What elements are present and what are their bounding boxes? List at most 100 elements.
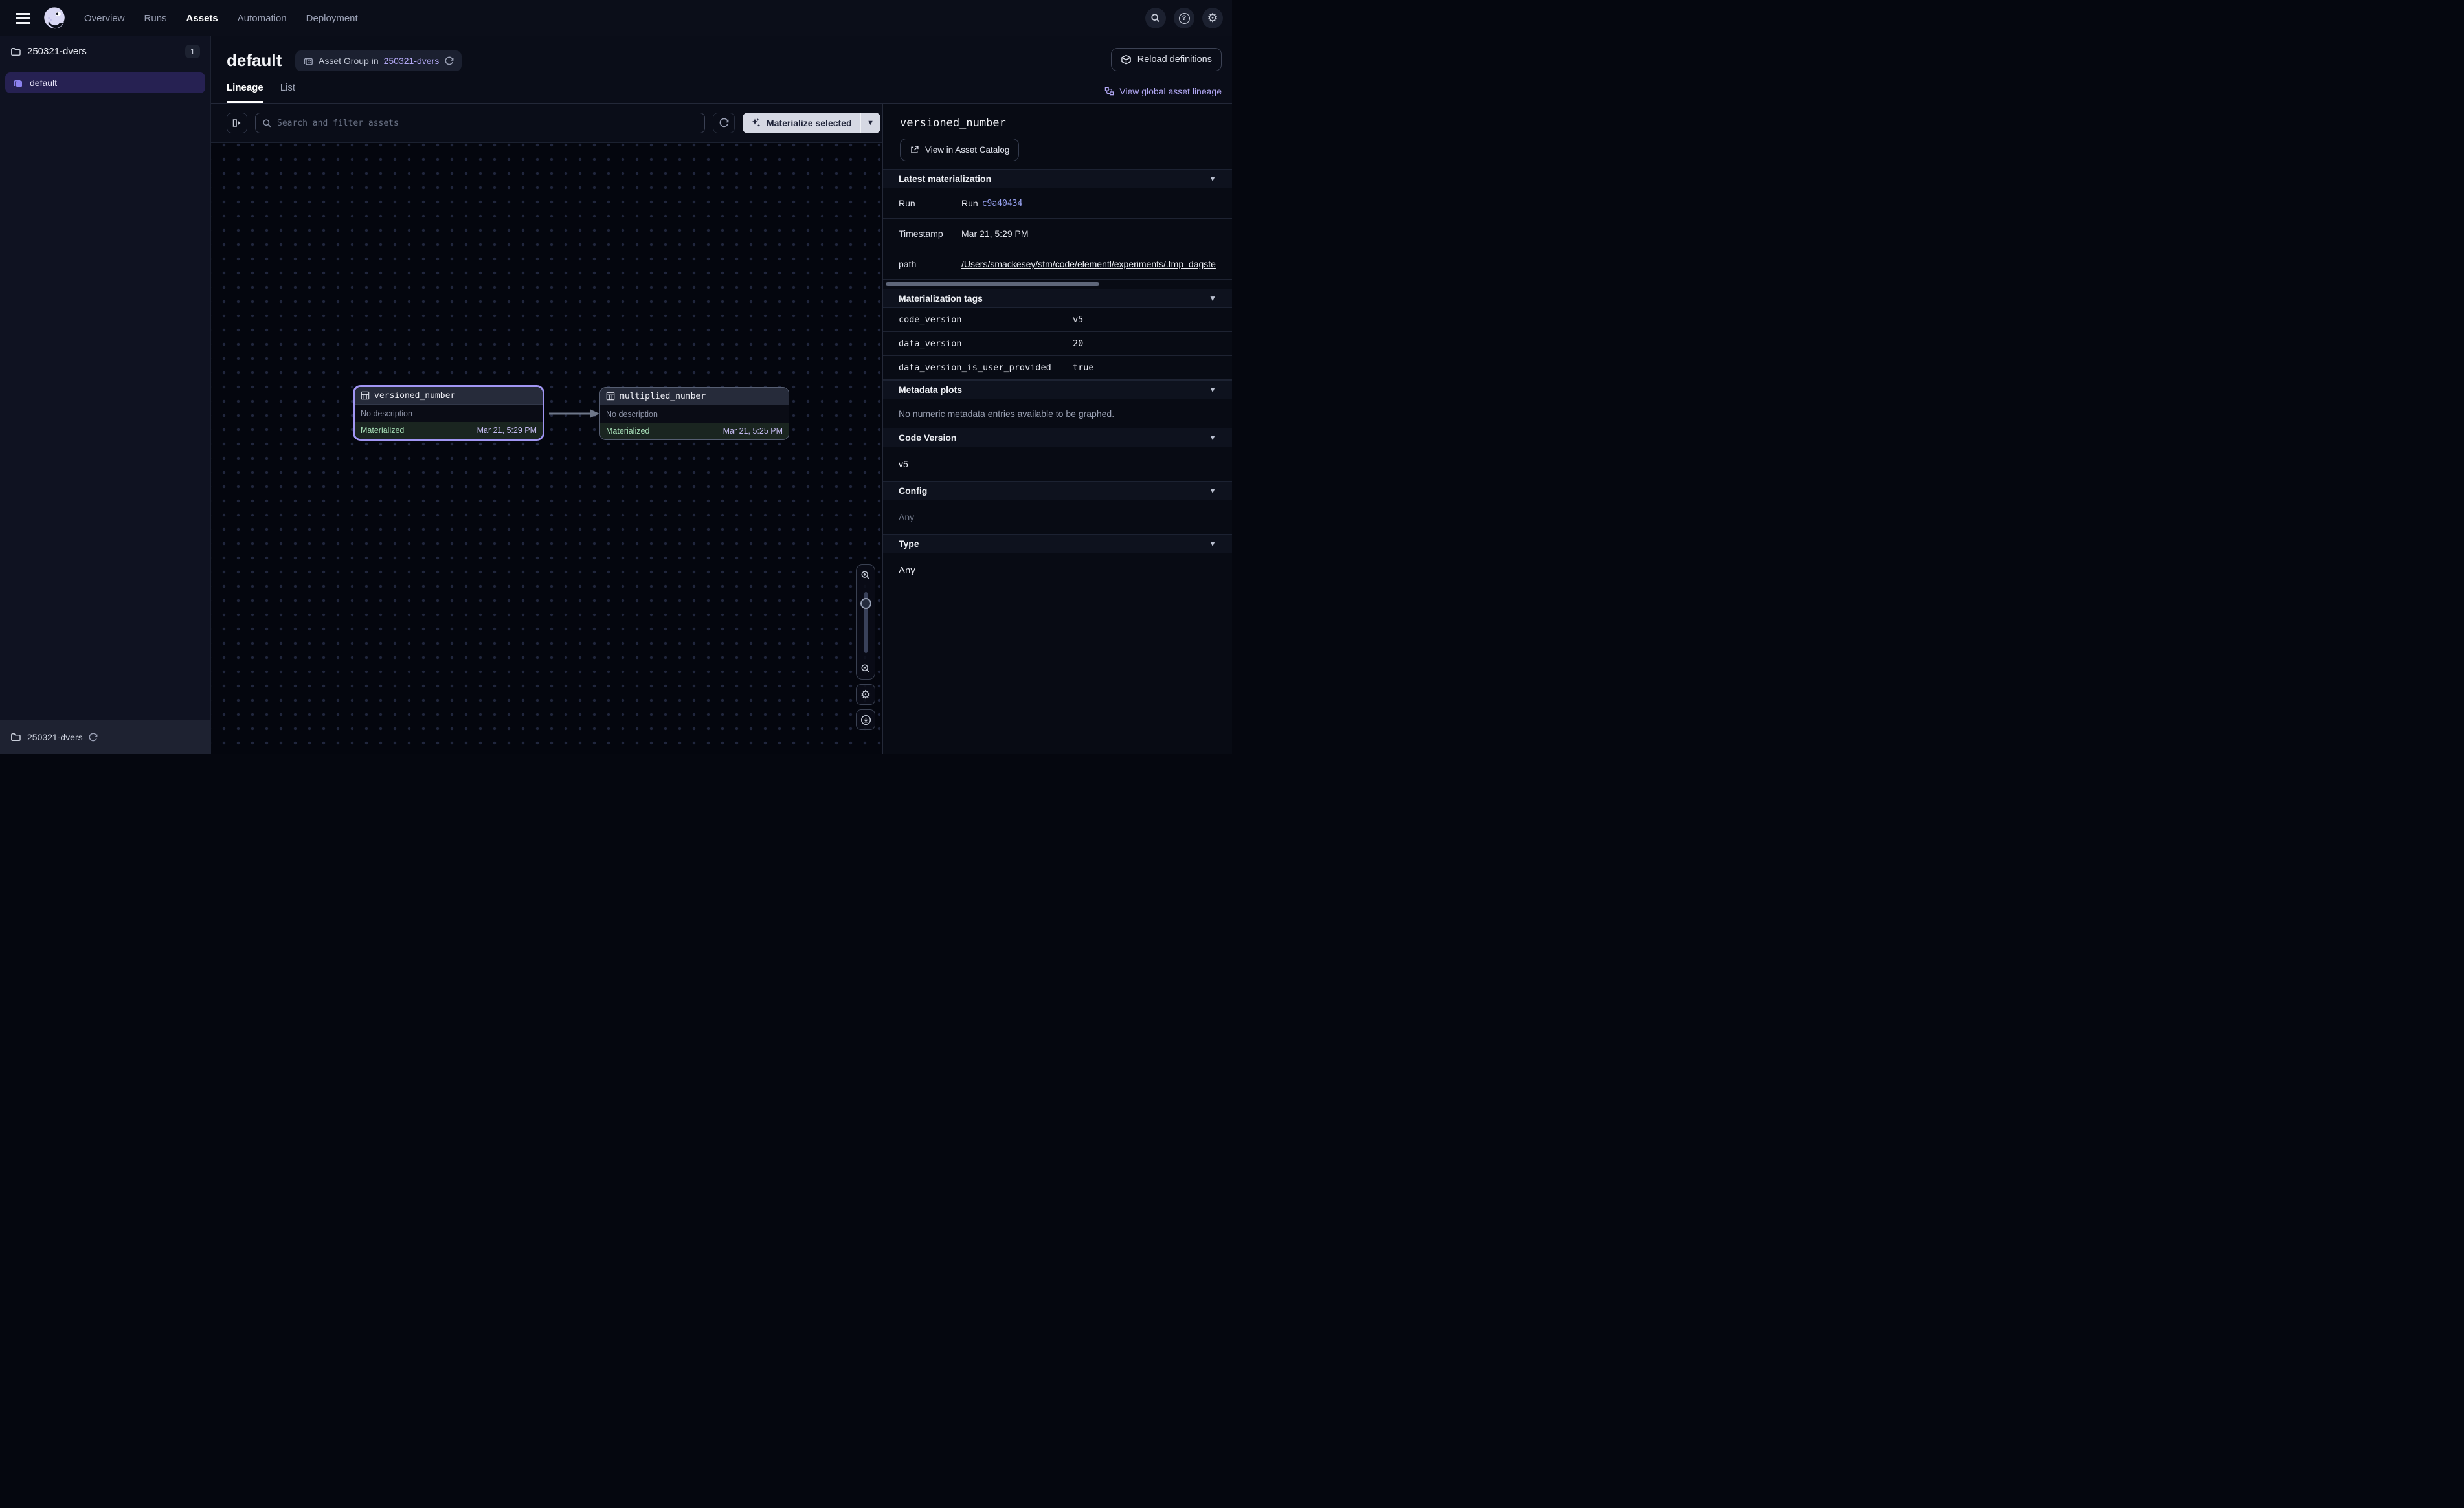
- asset-node-versioned-number[interactable]: versioned_number No description Material…: [353, 385, 544, 441]
- nav-item-assets[interactable]: Assets: [186, 13, 218, 24]
- refresh-icon[interactable]: [444, 56, 454, 66]
- badge-prefix: Asset Group in: [319, 56, 379, 66]
- latest-materialization-table: Run Runc9a40434 Timestamp Mar 21, 5:29 P…: [883, 188, 1232, 280]
- global-lineage-label: View global asset lineage: [1119, 86, 1222, 96]
- tab-lineage[interactable]: Lineage: [227, 82, 263, 103]
- materialize-label: Materialize selected: [767, 118, 852, 128]
- table-row: Run Runc9a40434: [883, 188, 1232, 219]
- refresh-icon[interactable]: [88, 733, 98, 742]
- asset-group-badge[interactable]: Asset Group in 250321-dvers: [295, 50, 462, 71]
- section-title: Materialization tags: [899, 293, 983, 304]
- asset-node-status: Materialized: [606, 427, 649, 436]
- asset-node-name: versioned_number: [374, 391, 455, 401]
- materialize-dropdown-icon[interactable]: ▼: [861, 113, 880, 133]
- help-icon[interactable]: ?: [1174, 8, 1194, 28]
- chevron-down-icon[interactable]: ▼: [1209, 174, 1216, 183]
- gear-icon[interactable]: ⚙: [1202, 8, 1223, 28]
- row-label: path: [883, 249, 952, 279]
- view-global-asset-lineage-link[interactable]: View global asset lineage: [1104, 86, 1222, 96]
- badge-group-link[interactable]: 250321-dvers: [384, 56, 440, 66]
- tag-key: data_version: [883, 332, 1064, 355]
- chevron-down-icon[interactable]: ▼: [1209, 294, 1216, 303]
- chevron-down-icon[interactable]: ▼: [1209, 433, 1216, 442]
- asset-lineage-graph[interactable]: versioned_number No description Material…: [211, 143, 882, 754]
- reload-cube-icon: [1121, 54, 1132, 65]
- tag-key: data_version_is_user_provided: [883, 356, 1064, 379]
- page-title: default: [227, 50, 282, 71]
- scrollbar-thumb[interactable]: [886, 282, 1099, 286]
- reload-definitions-button[interactable]: Reload definitions: [1111, 48, 1222, 71]
- lineage-toolbar: Materialize selected ▼: [211, 104, 882, 143]
- chevron-down-icon[interactable]: ▼: [1209, 486, 1216, 495]
- asset-details-panel: versioned_number View in Asset Catalog L…: [882, 104, 1232, 754]
- code-location-footer[interactable]: 250321-dvers: [0, 720, 210, 754]
- external-link-icon: [910, 145, 919, 155]
- section-title: Metadata plots: [899, 384, 962, 395]
- search-icon: [262, 118, 272, 128]
- search-icon[interactable]: [1145, 8, 1166, 28]
- view-in-asset-catalog-button[interactable]: View in Asset Catalog: [900, 139, 1019, 161]
- sidebar-group-row[interactable]: 250321-dvers 1: [0, 36, 210, 67]
- chevron-down-icon[interactable]: ▼: [1209, 539, 1216, 548]
- expand-panel-icon[interactable]: [227, 113, 247, 133]
- materialize-selected-button[interactable]: Materialize selected ▼: [743, 113, 880, 133]
- reload-definitions-label: Reload definitions: [1137, 54, 1212, 65]
- table-row: path /Users/smackesey/stm/code/elementl/…: [883, 249, 1232, 280]
- tag-value: 20: [1064, 332, 1232, 355]
- table-icon: [606, 392, 615, 401]
- asset-groups-sidebar: 250321-dvers 1 default 250321-dvers: [0, 36, 211, 754]
- view-tabs: Lineage List: [227, 82, 295, 103]
- graph-settings-icon[interactable]: ⚙: [856, 684, 875, 705]
- metadata-plots-empty-text: No numeric metadata entries available to…: [883, 399, 1232, 428]
- section-title: Code Version: [899, 432, 956, 443]
- nav-item-automation[interactable]: Automation: [238, 13, 287, 24]
- table-row: code_version v5: [883, 308, 1232, 332]
- section-metadata-plots[interactable]: Metadata plots ▼: [883, 380, 1232, 399]
- asset-node-timestamp[interactable]: Mar 21, 5:25 PM: [723, 427, 783, 436]
- asset-node-description: No description: [355, 405, 543, 422]
- asset-node-multiplied-number[interactable]: multiplied_number No description Materia…: [599, 387, 789, 440]
- nav-item-overview[interactable]: Overview: [84, 13, 125, 24]
- zoom-in-icon[interactable]: [857, 565, 875, 586]
- folder-icon: [10, 732, 21, 742]
- section-title: Latest materialization: [899, 173, 991, 184]
- search-input[interactable]: [277, 118, 698, 128]
- menu-icon[interactable]: [13, 8, 32, 28]
- lineage-icon: [1104, 87, 1114, 96]
- zoom-out-icon[interactable]: [857, 658, 875, 679]
- asset-detail-title: versioned_number: [900, 116, 1232, 129]
- asset-group-icon: [303, 56, 313, 66]
- code-version-value: v5: [883, 447, 1232, 481]
- lineage-edge-arrow: [549, 407, 601, 420]
- section-type[interactable]: Type ▼: [883, 534, 1232, 553]
- table-row: Timestamp Mar 21, 5:29 PM: [883, 219, 1232, 249]
- path-link[interactable]: /Users/smackesey/stm/code/elementl/exper…: [961, 259, 1216, 269]
- asset-node-status: Materialized: [361, 426, 404, 435]
- download-graph-icon[interactable]: [856, 709, 875, 730]
- refresh-graph-icon[interactable]: [713, 113, 735, 133]
- primary-nav: Overview Runs Assets Automation Deployme…: [84, 13, 358, 24]
- tag-key: code_version: [883, 308, 1064, 331]
- tab-list[interactable]: List: [280, 82, 295, 103]
- run-id-link[interactable]: c9a40434: [982, 199, 1023, 208]
- asset-node-timestamp[interactable]: Mar 21, 5:29 PM: [477, 426, 537, 435]
- tag-value: true: [1064, 356, 1232, 379]
- section-materialization-tags[interactable]: Materialization tags ▼: [883, 289, 1232, 308]
- sidebar-item-label: default: [30, 78, 57, 88]
- zoom-slider[interactable]: [857, 586, 875, 658]
- nav-item-deployment[interactable]: Deployment: [306, 13, 358, 24]
- section-title: Config: [899, 485, 927, 496]
- materialization-tags-table: code_version v5 data_version 20 data_ver…: [883, 308, 1232, 380]
- page-header: default Asset Group in 250321-dvers Relo…: [211, 36, 1232, 104]
- config-value: Any: [883, 500, 1232, 534]
- section-code-version[interactable]: Code Version ▼: [883, 428, 1232, 447]
- nav-item-runs[interactable]: Runs: [144, 13, 167, 24]
- chevron-down-icon[interactable]: ▼: [1209, 385, 1216, 394]
- dagster-logo-icon[interactable]: [41, 5, 67, 31]
- top-nav-bar: Overview Runs Assets Automation Deployme…: [0, 0, 1232, 36]
- section-config[interactable]: Config ▼: [883, 481, 1232, 500]
- sidebar-item-default[interactable]: default: [5, 72, 205, 93]
- table-icon: [361, 391, 370, 400]
- section-latest-materialization[interactable]: Latest materialization ▼: [883, 169, 1232, 188]
- zoom-slider-knob[interactable]: [860, 598, 871, 609]
